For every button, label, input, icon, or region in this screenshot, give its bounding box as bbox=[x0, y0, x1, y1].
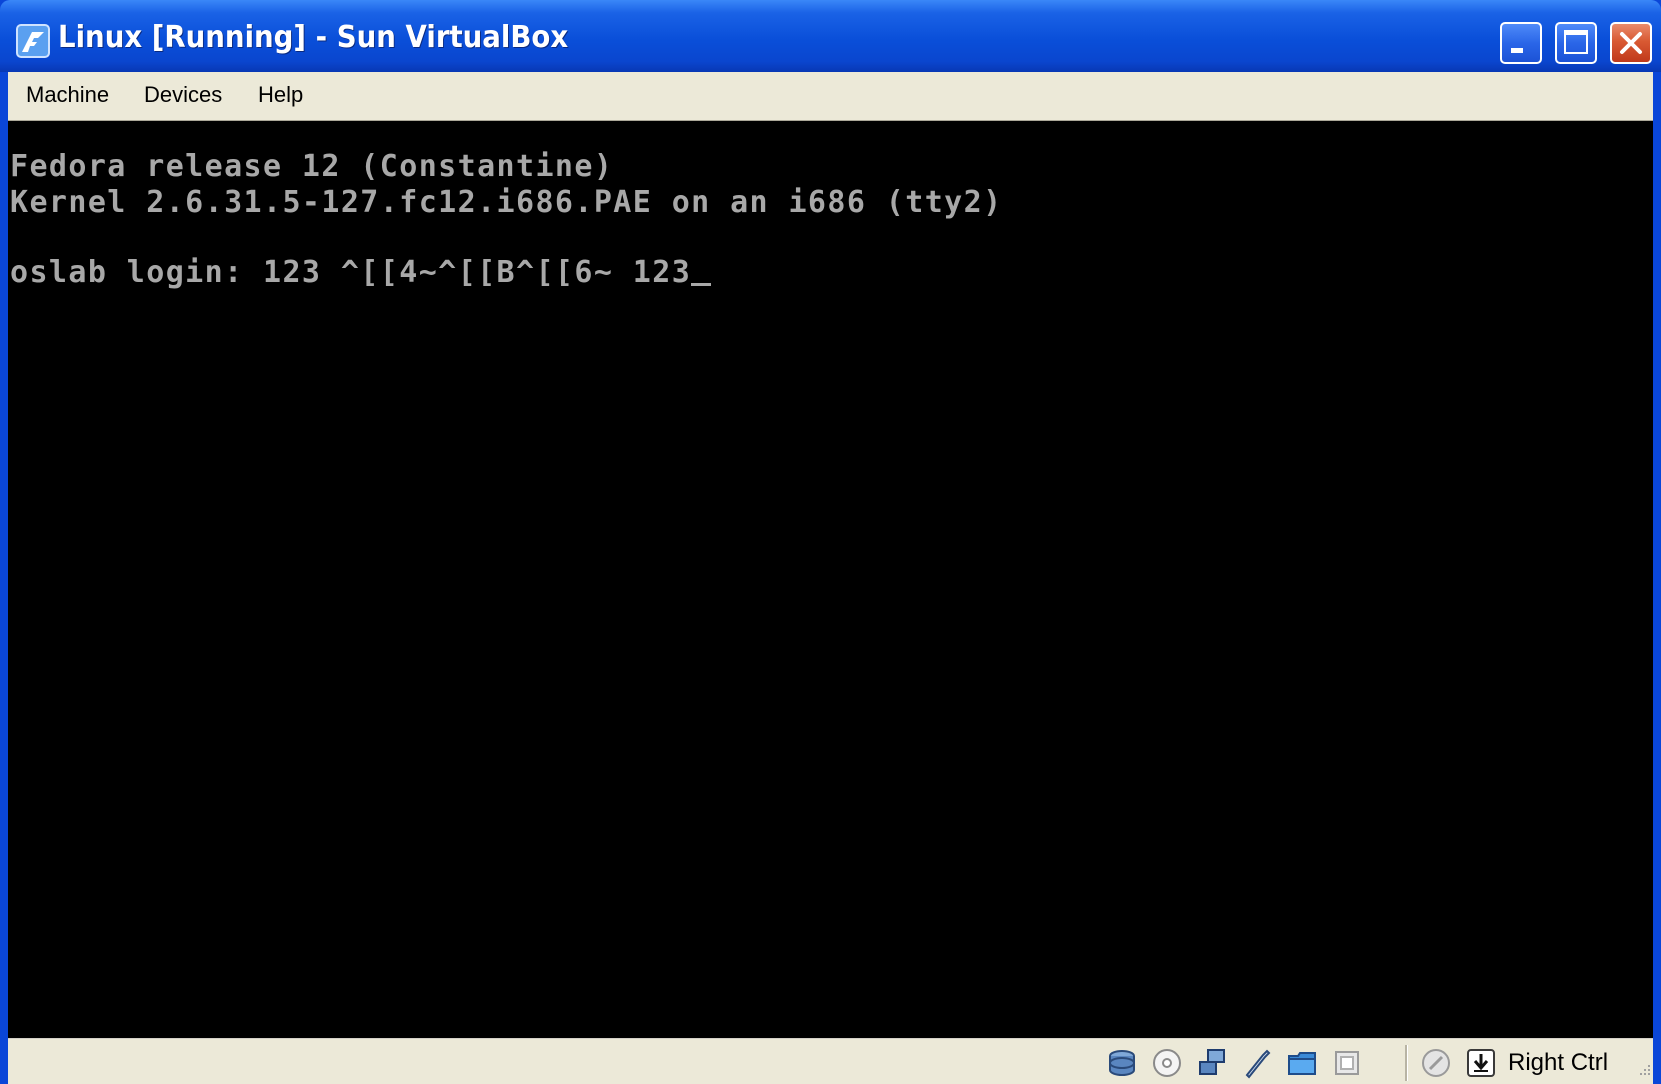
usb-icon[interactable] bbox=[1241, 1047, 1273, 1079]
minimize-icon bbox=[1511, 48, 1523, 53]
console-login-text: oslab login: 123 ^[[4~^[[B^[[6~ 123 bbox=[10, 255, 692, 290]
shared-folders-icon[interactable] bbox=[1286, 1047, 1318, 1079]
resize-grip-icon[interactable] bbox=[1636, 1061, 1652, 1077]
status-separator bbox=[1405, 1045, 1408, 1081]
guest-console-screen[interactable]: Fedora release 12 (Constantine) Kernel 2… bbox=[8, 121, 1653, 1038]
virtualbox-window: Linux [Running] - Sun VirtualBox Machine… bbox=[0, 0, 1661, 1084]
hard-disk-icon[interactable] bbox=[1106, 1047, 1138, 1079]
title-bar[interactable]: Linux [Running] - Sun VirtualBox bbox=[0, 0, 1661, 72]
virtualbox-app-icon[interactable] bbox=[16, 24, 50, 58]
text-cursor bbox=[691, 283, 712, 286]
menu-devices[interactable]: Devices bbox=[144, 82, 222, 108]
close-button[interactable] bbox=[1610, 22, 1652, 64]
cd-dvd-icon[interactable] bbox=[1151, 1047, 1183, 1079]
window-title: Linux [Running] - Sun VirtualBox bbox=[58, 20, 569, 55]
console-line-kernel: Kernel 2.6.31.5-127.fc12.i686.PAE on an … bbox=[10, 185, 1003, 220]
host-key-icon[interactable] bbox=[1465, 1047, 1497, 1079]
maximize-button[interactable] bbox=[1555, 22, 1597, 64]
minimize-button[interactable] bbox=[1500, 22, 1542, 64]
status-bar: Right Ctrl bbox=[8, 1038, 1653, 1084]
console-login-prompt: oslab login: 123 ^[[4~^[[B^[[6~ 123 bbox=[10, 255, 712, 290]
menu-bar: Machine Devices Help bbox=[8, 72, 1653, 121]
host-key-label: Right Ctrl bbox=[1508, 1049, 1609, 1076]
menu-machine[interactable]: Machine bbox=[26, 82, 109, 108]
console-line-release: Fedora release 12 (Constantine) bbox=[10, 149, 614, 184]
mouse-integration-icon[interactable] bbox=[1420, 1047, 1452, 1079]
network-icon[interactable] bbox=[1196, 1047, 1228, 1079]
maximize-icon bbox=[1564, 30, 1588, 54]
menu-help[interactable]: Help bbox=[258, 82, 303, 108]
virtualization-icon[interactable] bbox=[1331, 1047, 1363, 1079]
close-icon bbox=[1620, 32, 1642, 54]
